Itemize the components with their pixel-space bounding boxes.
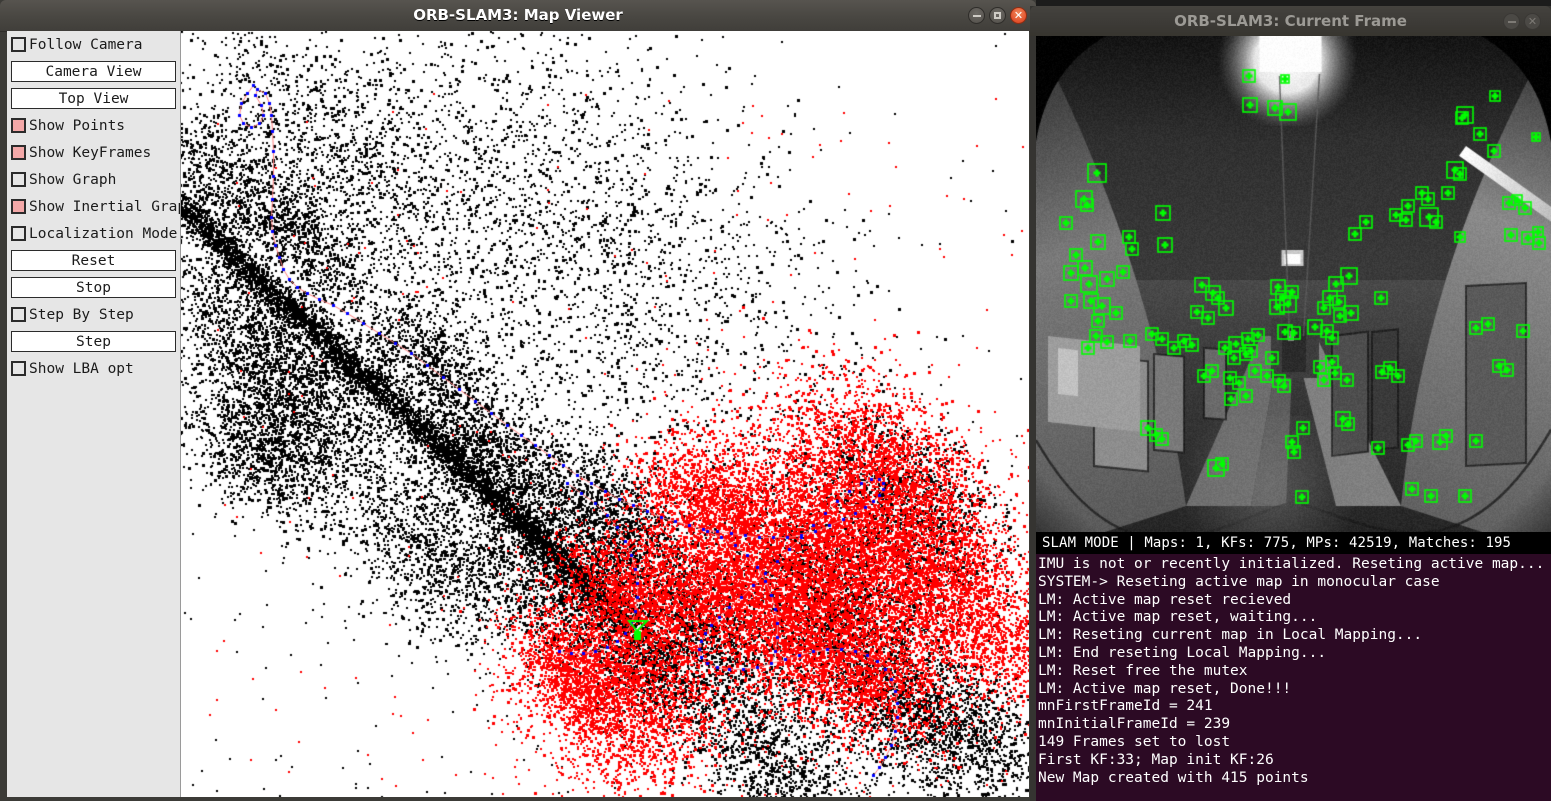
map-viewer-window: ORB-SLAM3: Map Viewer ✕ Follow Camera Cam… bbox=[0, 0, 1036, 801]
panel-checkbox-show-graph[interactable]: Show Graph bbox=[7, 166, 180, 193]
terminal-line: LM: Reseting current map in Local Mappin… bbox=[1038, 627, 1423, 644]
panel-checkbox-label: Follow Camera bbox=[29, 36, 143, 53]
terminal-line: LM: Active map reset recieved bbox=[1038, 591, 1292, 608]
panel-button-camera-view[interactable]: Camera View bbox=[11, 61, 176, 82]
panel-button-reset[interactable]: Reset bbox=[11, 250, 176, 271]
terminal-line: LM: End reseting Local Mapping... bbox=[1038, 644, 1327, 661]
map-viewer-control-panel: Follow Camera Camera View Top View Show Poi… bbox=[7, 31, 181, 797]
checkbox-unchecked-icon[interactable] bbox=[11, 37, 26, 52]
close-icon[interactable]: ✕ bbox=[1010, 7, 1027, 24]
status-bar-text: SLAM MODE | Maps: 1, KFs: 775, MPs: 4251… bbox=[1042, 535, 1512, 551]
panel-checkbox-label: Show Graph bbox=[29, 171, 117, 188]
panel-checkbox-label: Step By Step bbox=[29, 306, 134, 323]
close-icon[interactable]: ✕ bbox=[1524, 13, 1541, 30]
camera-frame-view[interactable]: SLAM MODE | Maps: 1, KFs: 775, MPs: 4251… bbox=[1036, 36, 1551, 554]
panel-button-wrap: Top View bbox=[7, 85, 180, 112]
terminal-line: First KF:33; Map init KF:26 bbox=[1038, 751, 1274, 768]
terminal-line: LM: Active map reset, Done!!! bbox=[1038, 680, 1292, 697]
checkbox-unchecked-icon[interactable] bbox=[11, 172, 26, 187]
panel-checkbox-show-inertial-graph[interactable]: Show Inertial Graph bbox=[7, 193, 180, 220]
panel-button-wrap: Camera View bbox=[7, 58, 180, 85]
terminal-line: mnFirstFrameId = 241 bbox=[1038, 698, 1213, 715]
panel-checkbox-label: Localization Mode bbox=[29, 225, 178, 242]
current-frame-window: ORB-SLAM3: Current Frame ✕ SLAM MODE | M… bbox=[1030, 6, 1551, 801]
panel-checkbox-label: Show Points bbox=[29, 117, 126, 134]
panel-button-wrap: Step bbox=[7, 328, 180, 355]
maximize-icon[interactable] bbox=[989, 7, 1006, 24]
current-frame-titlebar[interactable]: ORB-SLAM3: Current Frame ✕ bbox=[1030, 6, 1551, 36]
panel-button-wrap: Stop bbox=[7, 274, 180, 301]
terminal-output[interactable]: IMU is not or recently initialized. Rese… bbox=[1036, 554, 1551, 801]
checkbox-checked-icon[interactable] bbox=[11, 118, 26, 133]
map-window-controls: ✕ bbox=[968, 7, 1027, 24]
minimize-icon[interactable] bbox=[1503, 13, 1520, 30]
panel-button-top-view[interactable]: Top View bbox=[11, 88, 176, 109]
terminal-line: LM: Reset free the mutex bbox=[1038, 662, 1248, 679]
status-bar: SLAM MODE | Maps: 1, KFs: 775, MPs: 4251… bbox=[1036, 532, 1551, 554]
panel-button-step[interactable]: Step bbox=[11, 331, 176, 352]
checkbox-unchecked-icon[interactable] bbox=[11, 226, 26, 241]
panel-checkbox-show-keyframes[interactable]: Show KeyFrames bbox=[7, 139, 180, 166]
camera-frame-canvas bbox=[1036, 36, 1551, 554]
checkbox-unchecked-icon[interactable] bbox=[11, 361, 26, 376]
frame-window-controls: ✕ bbox=[1503, 13, 1541, 30]
map-viewer-titlebar[interactable]: ORB-SLAM3: Map Viewer ✕ bbox=[0, 0, 1036, 32]
panel-button-stop[interactable]: Stop bbox=[11, 277, 176, 298]
current-frame-title: ORB-SLAM3: Current Frame bbox=[1174, 12, 1407, 30]
checkbox-unchecked-icon[interactable] bbox=[11, 307, 26, 322]
terminal-line: IMU is not or recently initialized. Rese… bbox=[1038, 556, 1545, 572]
panel-checkbox-step-by-step[interactable]: Step By Step bbox=[7, 301, 180, 328]
panel-checkbox-show-lba-opt[interactable]: Show LBA opt bbox=[7, 355, 180, 382]
panel-checkbox-show-points[interactable]: Show Points bbox=[7, 112, 180, 139]
panel-checkbox-label: Show LBA opt bbox=[29, 360, 134, 377]
checkbox-checked-icon[interactable] bbox=[11, 199, 26, 214]
panel-button-wrap: Reset bbox=[7, 247, 180, 274]
terminal-line: New Map created with 415 points bbox=[1038, 769, 1309, 786]
checkbox-checked-icon[interactable] bbox=[11, 145, 26, 160]
map-viewer-title: ORB-SLAM3: Map Viewer bbox=[413, 6, 623, 24]
terminal-line: 149 Frames set to lost bbox=[1038, 733, 1231, 750]
terminal-line: SYSTEM-> Reseting active map in monocula… bbox=[1038, 573, 1440, 590]
panel-checkbox-label: Show KeyFrames bbox=[29, 144, 152, 161]
minimize-icon[interactable] bbox=[968, 7, 985, 24]
panel-checkbox-localization-mode[interactable]: Localization Mode bbox=[7, 220, 180, 247]
terminal-line: mnInitialFrameId = 239 bbox=[1038, 716, 1231, 733]
panel-checkbox-follow-camera[interactable]: Follow Camera bbox=[7, 31, 180, 58]
map-viewer-client: Follow Camera Camera View Top View Show Poi… bbox=[7, 31, 1029, 797]
terminal-line: LM: Active map reset, waiting... bbox=[1038, 609, 1318, 626]
current-frame-client: SLAM MODE | Maps: 1, KFs: 775, MPs: 4251… bbox=[1036, 36, 1551, 801]
panel-checkbox-label: Show Inertial Graph bbox=[29, 198, 181, 215]
